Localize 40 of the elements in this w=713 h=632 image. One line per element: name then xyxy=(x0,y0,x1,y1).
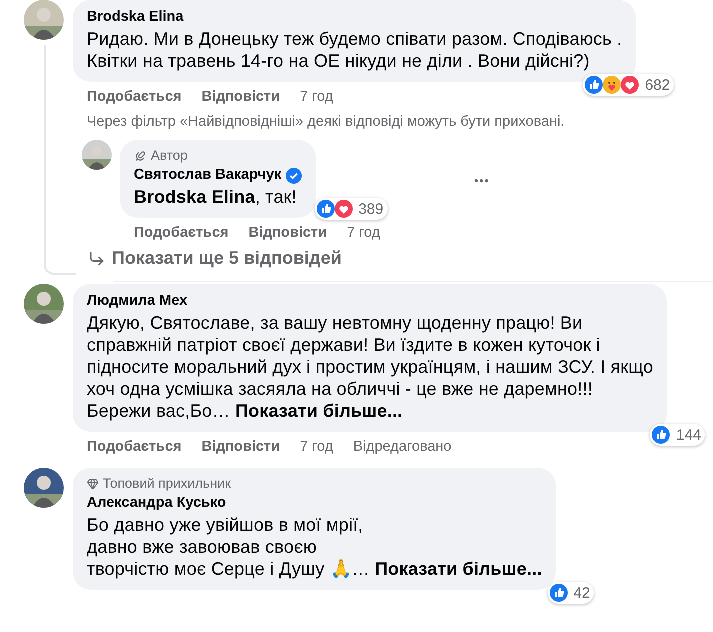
reaction-count: 144 xyxy=(676,426,702,444)
author-name[interactable]: Людмила Мех xyxy=(87,291,188,312)
like-button[interactable]: Подобається xyxy=(87,88,182,106)
reaction-count: 682 xyxy=(645,76,670,94)
show-more-link[interactable]: Показати більше... xyxy=(235,401,403,421)
author-name[interactable]: Александра Кусько xyxy=(87,493,226,514)
filter-note: Через фільтр «Найвідповідніші» деякі відповіді можуть бути приховані. xyxy=(86,113,566,130)
badge-label: Топовий прихильник xyxy=(103,475,231,493)
reactions-badge[interactable]: 144 xyxy=(650,424,706,446)
diamond-icon xyxy=(87,478,99,490)
reply-arrow-icon xyxy=(88,250,106,268)
like-icon xyxy=(652,426,670,444)
like-button[interactable]: Подобається xyxy=(134,224,229,242)
show-more-replies[interactable]: Показати ще 5 відповідей xyxy=(88,248,713,269)
more-options-button[interactable]: ••• xyxy=(474,174,490,188)
reply-button[interactable]: Відповісти xyxy=(248,224,328,242)
timestamp: 7 год xyxy=(300,88,334,106)
reactions-badge[interactable]: 682 xyxy=(583,74,674,96)
badge-label: Автор xyxy=(151,147,188,165)
comment-text: Ридаю. Ми в Донецьку теж будемо співати разом. Сподіваюсь . Квітки на травень 14-го на ОЕ нікуди не діли . Вони дійсні?) xyxy=(87,28,622,72)
like-icon xyxy=(585,76,604,94)
comment-text: Дякую, Святославе, за вашу невтомну щоденну працю! Ви справжній патріот своєї держави! Ви їздите в кожен куточок і підносите моральний дух і простим українцям, і нашим ЗСУ. І якщо хоч одна усмішка засяяла на обличчі - це вже не даремно!!! Бережи вас,Бо… Показати більше... xyxy=(87,312,654,422)
show-more-link[interactable]: Показати більше... xyxy=(375,559,542,579)
comment-text: Бо давно уже увійшов в мої мрії, давно вже завоював своєю творчістю моє Серце і Душу 🙏… Показати більше... xyxy=(87,514,542,580)
reply-button[interactable]: Відповісти xyxy=(202,438,280,456)
reactions-badge[interactable]: 42 xyxy=(548,582,594,604)
reactions-badge[interactable]: 389 xyxy=(314,198,388,220)
timestamp: 7 год xyxy=(300,438,334,456)
comment-text: Brodska Elina, так! xyxy=(134,186,298,208)
like-icon xyxy=(316,200,335,218)
reaction-count: 42 xyxy=(574,584,590,602)
like-button[interactable]: Подобається xyxy=(87,438,182,456)
like-icon xyxy=(550,584,568,602)
edited-label: Відредаговано xyxy=(353,438,452,456)
reaction-count: 389 xyxy=(358,200,384,218)
timestamp: 7 год xyxy=(347,224,380,242)
author-name[interactable]: Святослав Вакарчук xyxy=(134,165,282,186)
reply-button[interactable]: Відповісти xyxy=(202,88,280,106)
author-name[interactable]: Brodska Elina xyxy=(87,7,184,28)
care-icon xyxy=(603,76,622,94)
